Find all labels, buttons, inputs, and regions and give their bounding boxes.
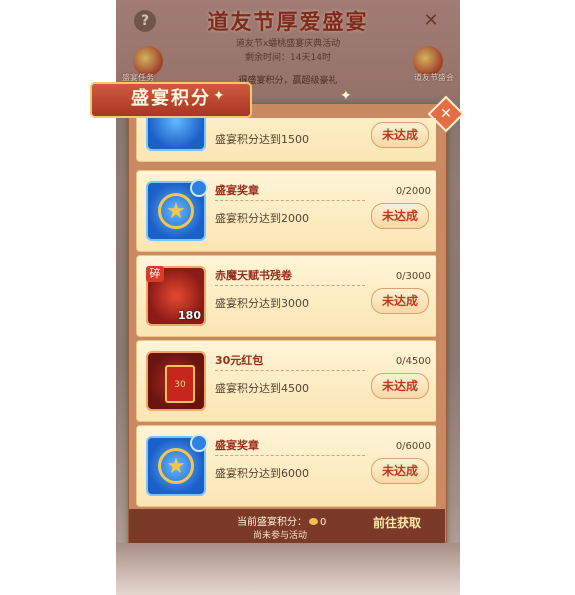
score-value: 0 (320, 517, 327, 528)
divider (215, 370, 365, 371)
status-button[interactable]: 未达成 (371, 203, 429, 229)
medal-icon: ★ (146, 179, 208, 241)
reward-name: 赤魔天赋书残卷 (215, 269, 292, 282)
score-label: 当前盛宴积分： (237, 517, 307, 528)
banner-close-icon[interactable]: ✕ (420, 10, 442, 32)
current-score: 当前盛宴积分： 0 (237, 513, 326, 528)
star-icon: ★ (158, 193, 194, 229)
event-title: 道友节厚爱盛宴 (207, 10, 369, 34)
reward-progress: 0/4500 (395, 356, 431, 367)
score-footer: 当前盛宴积分： 0 尚未参与活动 前往获取 (129, 509, 445, 543)
sparkle-icon: ✦ (213, 88, 225, 104)
festival-icon[interactable] (413, 46, 443, 76)
divider (215, 455, 365, 456)
status-button[interactable]: 未达成 (371, 373, 429, 399)
coin-icon (309, 518, 318, 525)
reward-desc: 盛宴积分达到6000 (215, 467, 309, 480)
reward-row: ★ 盛宴奖章 盛宴积分达到2000 0/2000 未达成 (136, 170, 436, 252)
medal-icon: ★ (146, 434, 208, 496)
clock-icon (190, 434, 208, 452)
envelope-label: 30 (165, 365, 195, 403)
festival-label: 道友节盛会 (414, 73, 454, 82)
reward-name: 30元红包 (215, 354, 264, 367)
item-count: 180 (178, 309, 201, 322)
reward-name: 盛宴奖章 (215, 184, 259, 197)
reward-row: 盛宴积分达到1500 未达成 (136, 118, 436, 162)
reward-name: 盛宴奖章 (215, 439, 259, 452)
red-envelope-icon: 30 (146, 351, 206, 411)
go-get-button[interactable]: 前往获取 (373, 514, 421, 531)
clock-icon (190, 179, 208, 197)
scroll-icon: 碎 180 (146, 266, 206, 326)
reward-progress: 0/6000 (395, 441, 431, 452)
event-time: 剩余时间：14天14时 (245, 53, 331, 63)
reward-list[interactable]: 盛宴积分达到1500 未达成 ★ 盛宴奖章 盛宴积分达到2000 0/2000 … (136, 118, 436, 509)
reward-desc: 盛宴积分达到1500 (215, 133, 309, 146)
reward-progress: 0/3000 (395, 271, 431, 282)
status-button[interactable]: 未达成 (371, 288, 429, 314)
close-icon: ✕ (440, 106, 452, 122)
sparkle-icon: ✦ (340, 88, 352, 104)
reward-desc: 盛宴积分达到3000 (215, 297, 309, 310)
help-icon[interactable]: ? (134, 10, 156, 32)
reward-row: ★ 盛宴奖章 盛宴积分达到6000 0/6000 未达成 (136, 425, 436, 507)
event-subtitle: 道友节x蟠桃盛宴庆典活动 (235, 39, 341, 49)
divider (215, 200, 365, 201)
reward-row: 碎 180 赤魔天赋书残卷 盛宴积分达到3000 0/3000 未达成 (136, 255, 436, 337)
status-button[interactable]: 未达成 (371, 122, 429, 148)
task-icon[interactable] (133, 46, 163, 76)
reward-desc: 盛宴积分达到2000 (215, 212, 309, 225)
bottom-scene (116, 543, 460, 595)
status-button[interactable]: 未达成 (371, 458, 429, 484)
reward-desc: 盛宴积分达到4500 (215, 382, 309, 395)
reward-progress: 0/2000 (395, 186, 431, 197)
participation-note: 尚未参与活动 (253, 531, 308, 541)
star-icon: ★ (158, 448, 194, 484)
modal-title: 盛宴积分 (90, 82, 252, 118)
fragment-badge: 碎 (146, 266, 164, 282)
divider (215, 285, 365, 286)
blue-gem-icon (146, 118, 206, 151)
reward-row: 30 30元红包 盛宴积分达到4500 0/4500 未达成 (136, 340, 436, 422)
